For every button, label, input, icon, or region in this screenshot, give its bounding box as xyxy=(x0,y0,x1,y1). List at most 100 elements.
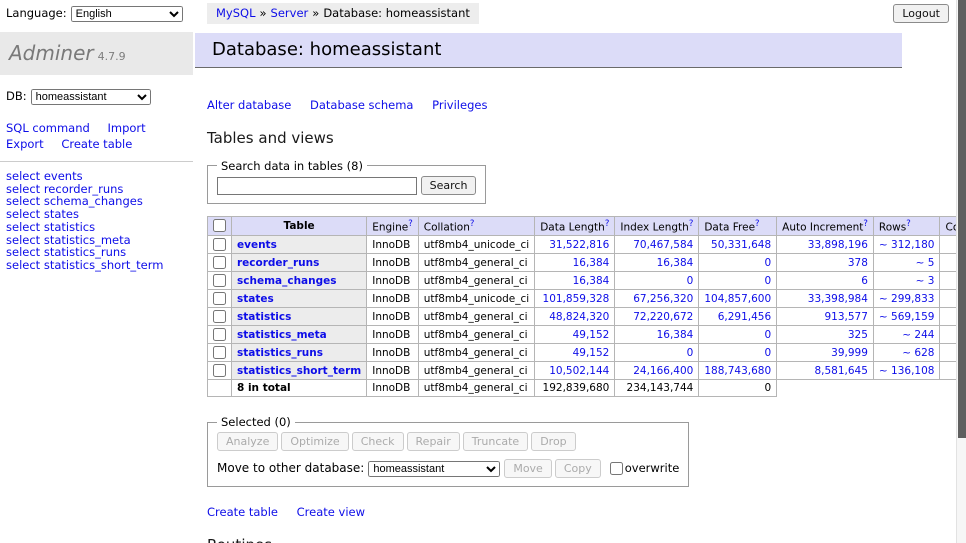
table-link-statistics-meta[interactable]: statistics_meta xyxy=(237,329,327,341)
rows-value[interactable]: ~ 3 xyxy=(873,272,940,290)
data-free-value[interactable]: 0 xyxy=(699,272,777,290)
sidebar-select-statistics-short-term-link[interactable]: select statistics_short_term xyxy=(6,258,163,272)
sidebar-action-export-link[interactable]: Export xyxy=(6,137,44,151)
move-move-button[interactable]: Move xyxy=(504,459,552,478)
data-length-value[interactable]: 101,859,328 xyxy=(535,290,615,308)
help-icon[interactable]: ? xyxy=(863,219,868,229)
rows-value[interactable]: ~ 628 xyxy=(873,344,940,362)
help-icon[interactable]: ? xyxy=(689,219,694,229)
table-link-recorder-runs[interactable]: recorder_runs xyxy=(237,257,319,269)
nav-database-schema-link[interactable]: Database schema xyxy=(310,98,413,112)
auto-increment-value[interactable]: 8,581,645 xyxy=(777,362,874,380)
data-free-value[interactable]: 0 xyxy=(699,254,777,272)
row-checkbox-states[interactable] xyxy=(213,292,226,305)
help-icon[interactable]: ? xyxy=(470,219,475,229)
index-length-value[interactable]: 0 xyxy=(615,344,699,362)
data-free-value[interactable]: 6,291,456 xyxy=(699,308,777,326)
data-length-value[interactable]: 49,152 xyxy=(535,344,615,362)
row-checkbox-schema-changes[interactable] xyxy=(213,274,226,287)
breadcrumb-database-homeassistant: Database: homeassistant xyxy=(323,6,470,20)
help-icon[interactable]: ? xyxy=(605,219,610,229)
search-input[interactable] xyxy=(217,177,417,195)
sidebar-action-sql-command-link[interactable]: SQL command xyxy=(6,121,90,135)
sidebar-action-create-table-link[interactable]: Create table xyxy=(61,137,132,151)
help-icon[interactable]: ? xyxy=(906,219,911,229)
sidebar-action-import-link[interactable]: Import xyxy=(107,121,145,135)
row-checkbox-events[interactable] xyxy=(213,238,226,251)
nav-alter-database-link[interactable]: Alter database xyxy=(207,98,291,112)
data-free-value[interactable]: 0 xyxy=(699,326,777,344)
move-copy-button[interactable]: Copy xyxy=(555,459,601,478)
selected-check-button[interactable]: Check xyxy=(352,432,404,451)
nav-privileges-link[interactable]: Privileges xyxy=(432,98,487,112)
index-length-value[interactable]: 70,467,584 xyxy=(615,236,699,254)
rows-value[interactable]: ~ 312,180 xyxy=(873,236,940,254)
overwrite-checkbox[interactable] xyxy=(610,462,623,475)
table-link-events[interactable]: events xyxy=(237,239,277,251)
index-length-value[interactable]: 72,220,672 xyxy=(615,308,699,326)
data-free-value[interactable]: 104,857,600 xyxy=(699,290,777,308)
move-database-select[interactable]: homeassistant xyxy=(368,461,500,477)
table-link-statistics-runs[interactable]: statistics_runs xyxy=(237,347,323,359)
data-length-value[interactable]: 10,502,144 xyxy=(535,362,615,380)
auto-increment-value[interactable]: 33,398,984 xyxy=(777,290,874,308)
index-length-value[interactable]: 0 xyxy=(615,272,699,290)
engine-cell: InnoDB xyxy=(367,290,419,308)
selected-analyze-button[interactable]: Analyze xyxy=(217,432,278,451)
auto-increment-value[interactable]: 39,999 xyxy=(777,344,874,362)
auto-increment-value[interactable]: 33,898,196 xyxy=(777,236,874,254)
help-icon[interactable]: ? xyxy=(408,219,413,229)
selected-truncate-button[interactable]: Truncate xyxy=(463,432,528,451)
table-link-states[interactable]: states xyxy=(237,293,274,305)
vertical-scrollbar[interactable] xyxy=(956,0,966,543)
db-select[interactable]: homeassistant xyxy=(31,89,151,105)
data-length-value[interactable]: 48,824,320 xyxy=(535,308,615,326)
selected-drop-button[interactable]: Drop xyxy=(531,432,575,451)
rows-value[interactable]: ~ 5 xyxy=(873,254,940,272)
breadcrumb-mysql[interactable]: MySQL xyxy=(216,6,256,20)
data-free-value[interactable]: 50,331,648 xyxy=(699,236,777,254)
data-length-value[interactable]: 16,384 xyxy=(535,272,615,290)
main-content: Alter database Database schema Privilege… xyxy=(193,68,956,543)
data-free-value[interactable]: 188,743,680 xyxy=(699,362,777,380)
index-length-value[interactable]: 16,384 xyxy=(615,326,699,344)
rows-value[interactable]: ~ 299,833 xyxy=(873,290,940,308)
search-button[interactable]: Search xyxy=(421,176,477,195)
create-create-table-link[interactable]: Create table xyxy=(207,505,278,519)
table-link-statistics-short-term[interactable]: statistics_short_term xyxy=(237,365,361,377)
breadcrumb-server[interactable]: Server xyxy=(271,6,309,20)
selected-repair-button[interactable]: Repair xyxy=(407,432,460,451)
row-checkbox-statistics-meta[interactable] xyxy=(213,328,226,341)
tables-body: eventsInnoDButf8mb4_unicode_ci31,522,816… xyxy=(208,236,966,380)
data-free-value[interactable]: 0 xyxy=(699,344,777,362)
data-length-value[interactable]: 16,384 xyxy=(535,254,615,272)
row-checkbox-statistics-short-term[interactable] xyxy=(213,364,226,377)
rows-value[interactable]: ~ 569,159 xyxy=(873,308,940,326)
auto-increment-value[interactable]: 378 xyxy=(777,254,874,272)
scrollbar-thumb[interactable] xyxy=(958,0,966,438)
help-icon[interactable]: ? xyxy=(755,219,760,229)
selected-optimize-button[interactable]: Optimize xyxy=(281,432,348,451)
logout-button[interactable]: Logout xyxy=(893,4,949,23)
auto-increment-value[interactable]: 6 xyxy=(777,272,874,290)
index-length-value[interactable]: 16,384 xyxy=(615,254,699,272)
row-checkbox-recorder-runs[interactable] xyxy=(213,256,226,269)
table-link-statistics[interactable]: statistics xyxy=(237,311,291,323)
language-select[interactable]: English xyxy=(71,6,183,22)
index-length-value[interactable]: 24,166,400 xyxy=(615,362,699,380)
index-length-value[interactable]: 67,256,320 xyxy=(615,290,699,308)
rows-value[interactable]: ~ 244 xyxy=(873,326,940,344)
create-create-view-link[interactable]: Create view xyxy=(297,505,365,519)
data-length-value[interactable]: 31,522,816 xyxy=(535,236,615,254)
rows-value[interactable]: ~ 136,108 xyxy=(873,362,940,380)
sidebar-divider xyxy=(0,161,193,162)
data-length-value[interactable]: 49,152 xyxy=(535,326,615,344)
row-checkbox-statistics-runs[interactable] xyxy=(213,346,226,359)
auto-increment-value[interactable]: 325 xyxy=(777,326,874,344)
table-link-schema-changes[interactable]: schema_changes xyxy=(237,275,337,287)
row-checkbox-statistics[interactable] xyxy=(213,310,226,323)
select-all-checkbox[interactable] xyxy=(213,219,226,232)
tables-section-title: Tables and views xyxy=(207,129,956,147)
auto-increment-value[interactable]: 913,577 xyxy=(777,308,874,326)
table-name-cell: events xyxy=(232,236,367,254)
